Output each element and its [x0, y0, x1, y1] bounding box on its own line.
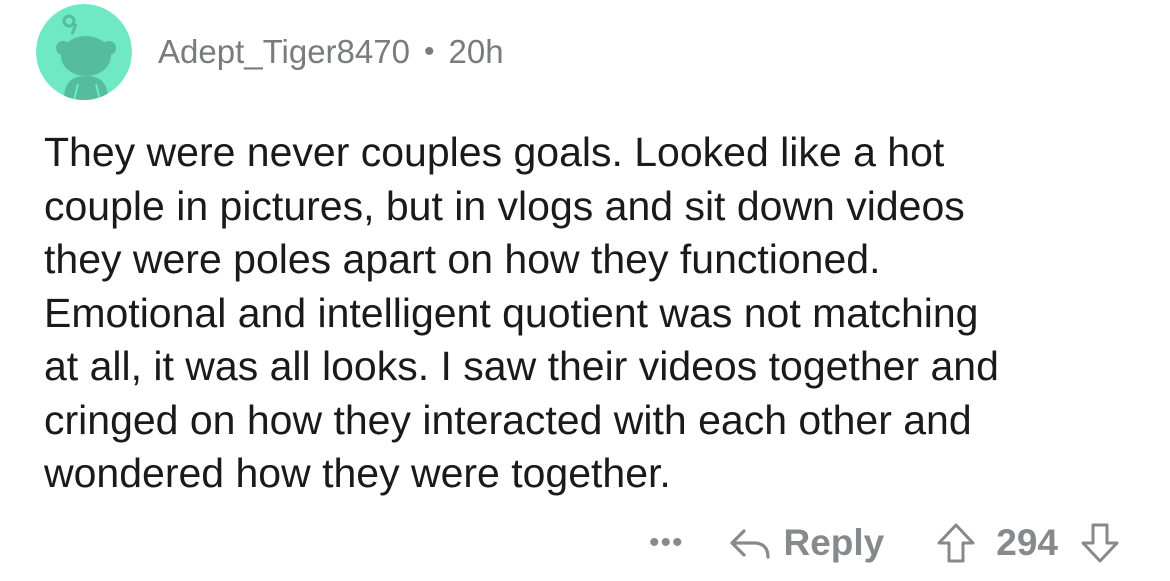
- upvote-button[interactable]: [936, 522, 976, 564]
- meta-separator: •: [423, 35, 435, 68]
- reply-arrow-icon: [729, 529, 770, 559]
- comment-age: 20h: [448, 33, 504, 70]
- author-name[interactable]: Adept_Tiger8470: [158, 33, 410, 71]
- comment-body: They were never couples goals. Looked li…: [44, 126, 1144, 501]
- downvote-arrow-icon: [1081, 523, 1119, 563]
- reply-label: Reply: [783, 522, 885, 563]
- avatar[interactable]: [36, 4, 132, 100]
- comment-body-line: at all, it was all looks. I saw their vi…: [44, 343, 999, 389]
- comment-meta: Adept_Tiger8470 • 20h: [158, 33, 504, 71]
- vote-count: 294: [996, 522, 1058, 563]
- comment-body-line: couple in pictures, but in vlogs and sit…: [44, 182, 965, 229]
- snoo-avatar-icon: [36, 4, 132, 100]
- comment-body-line: Emotional and intelligent quotient was n…: [44, 289, 979, 336]
- comment-body-line: wondered how they were together.: [44, 450, 671, 496]
- downvote-button[interactable]: [1080, 522, 1120, 564]
- more-options-button[interactable]: •••: [649, 528, 684, 558]
- comment-body-line: They were never couples goals. Looked li…: [44, 129, 945, 175]
- reply-button[interactable]: Reply: [728, 522, 885, 564]
- upvote-arrow-icon: [937, 523, 975, 563]
- vote-controls: 294: [936, 522, 1120, 564]
- comment-card: Adept_Tiger8470 • 20h They were never co…: [0, 0, 1170, 581]
- comment-actions: ••• Reply 294: [649, 515, 1120, 571]
- comment-body-line: they were poles apart on how they functi…: [44, 236, 881, 282]
- comment-body-line: cringed on how they interacted with each…: [44, 396, 972, 443]
- comment-header: Adept_Tiger8470 • 20h: [36, 4, 504, 100]
